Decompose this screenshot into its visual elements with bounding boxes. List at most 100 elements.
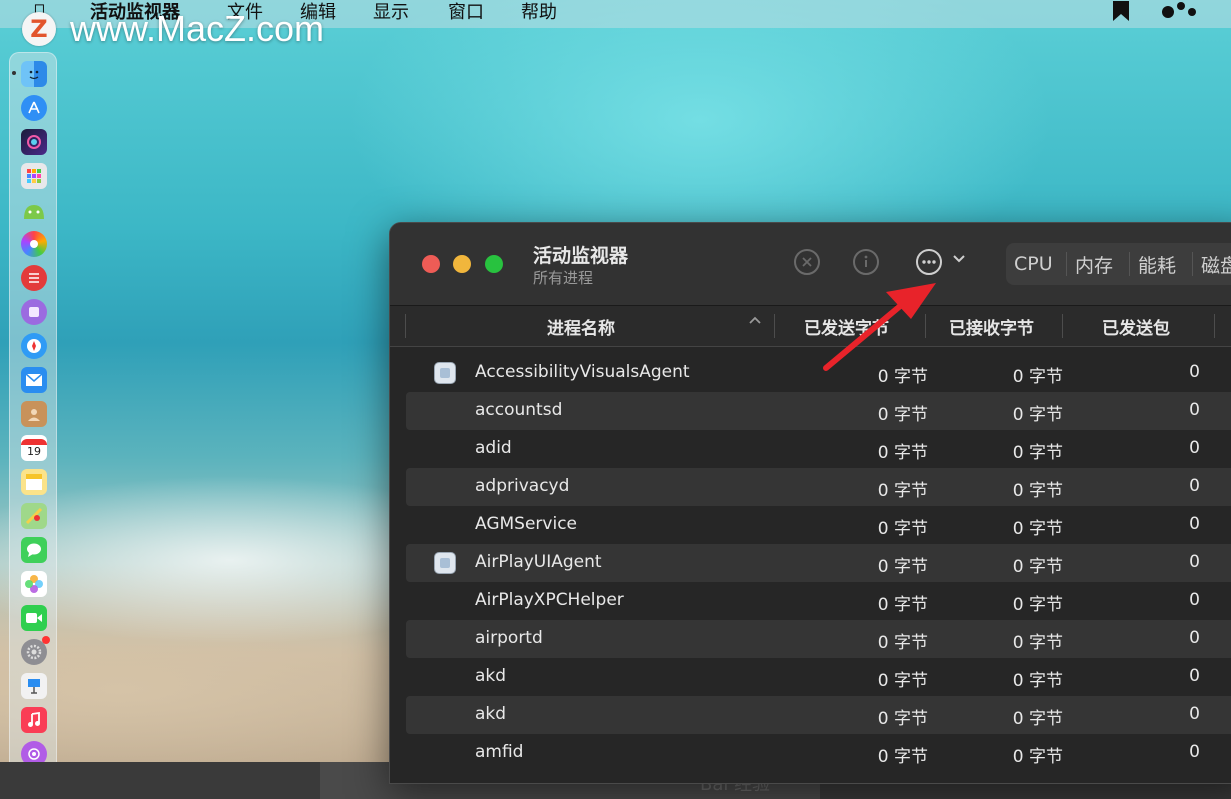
tab-cpu[interactable]: CPU: [1014, 243, 1053, 285]
packets-sent: 0: [1189, 552, 1200, 572]
watermark-text: www.MacZ.com: [70, 8, 325, 49]
keynote-icon[interactable]: [21, 673, 47, 699]
bookmark-status-icon[interactable]: [1110, 0, 1132, 27]
facetime-icon[interactable]: [21, 605, 47, 631]
mail-icon[interactable]: [21, 367, 47, 393]
window-titlebar[interactable]: 活动监视器 所有进程 CPU 内存 能耗 磁盘: [390, 223, 1231, 306]
tab-energy[interactable]: 能耗: [1138, 243, 1176, 285]
process-name: adid: [475, 438, 512, 458]
bytes-received: 0 字节: [1012, 595, 1063, 615]
table-row[interactable]: amfid 0 字节 0 字节 0: [406, 734, 1231, 772]
more-actions-button[interactable]: [916, 249, 942, 275]
table-row[interactable]: AGMService 0 字节 0 字节 0: [406, 506, 1231, 544]
table-row[interactable]: akd 0 字节 0 字节 0: [406, 696, 1231, 734]
column-bytes-received[interactable]: 已接收字节: [949, 306, 1034, 346]
process-name: AirPlayUIAgent: [475, 552, 602, 572]
app-icon: [434, 552, 456, 574]
macz-watermark: Z www.MacZ.com: [22, 6, 324, 52]
menu-window[interactable]: 窗口: [448, 0, 484, 24]
app-store-icon[interactable]: [21, 95, 47, 121]
photos-icon[interactable]: [21, 571, 47, 597]
packets-sent: 0: [1189, 400, 1200, 420]
bytes-received: 0 字节: [1012, 747, 1063, 767]
bytes-received: 0 字节: [1012, 405, 1063, 425]
close-button[interactable]: [422, 255, 440, 273]
ellipsis-circle-icon: [922, 260, 936, 264]
red-app-icon[interactable]: [21, 265, 47, 291]
bytes-received: 0 字节: [1012, 557, 1063, 577]
dots-status-icon[interactable]: [1160, 0, 1200, 27]
bytes-sent: 0 字节: [877, 481, 928, 501]
contacts-icon[interactable]: [21, 401, 47, 427]
bytes-received: 0 字节: [1012, 671, 1063, 691]
minimize-button[interactable]: [453, 255, 471, 273]
messages-icon[interactable]: [21, 537, 47, 563]
bytes-sent: 0 字节: [877, 443, 928, 463]
calendar-icon[interactable]: 19: [21, 435, 47, 461]
column-divider: [774, 314, 775, 338]
process-name: amfid: [475, 742, 524, 762]
tab-divider: [1192, 252, 1193, 276]
packets-sent: 0: [1189, 666, 1200, 686]
column-divider: [1214, 314, 1215, 338]
music-icon[interactable]: [21, 707, 47, 733]
window-subtitle: 所有进程: [533, 269, 594, 287]
menu-help[interactable]: 帮助: [521, 0, 557, 24]
notification-badge: [42, 636, 50, 644]
inspect-process-button[interactable]: [853, 249, 879, 275]
safari-icon[interactable]: [21, 333, 47, 359]
chevron-down-icon: [953, 255, 965, 263]
column-divider: [925, 314, 926, 338]
process-name: accountsd: [475, 400, 563, 420]
info-circle-icon: [864, 255, 868, 267]
bytes-sent: 0 字节: [877, 747, 928, 767]
stop-process-button[interactable]: [794, 249, 820, 275]
column-divider: [1062, 314, 1063, 338]
bytes-sent: 0 字节: [877, 671, 928, 691]
bytes-sent: 0 字节: [877, 709, 928, 729]
column-process-name[interactable]: 进程名称: [547, 306, 615, 346]
purple-app-icon[interactable]: [21, 299, 47, 325]
sort-ascending-icon[interactable]: [748, 314, 762, 332]
siri-icon[interactable]: [21, 129, 47, 155]
packets-sent: 0: [1189, 704, 1200, 724]
tab-memory[interactable]: 内存: [1075, 243, 1113, 285]
table-row[interactable]: AirPlayXPCHelper 0 字节 0 字节 0: [406, 582, 1231, 620]
color-wheel-icon[interactable]: [21, 231, 47, 257]
zoom-button[interactable]: [485, 255, 503, 273]
launchpad-icon[interactable]: [21, 163, 47, 189]
tab-disk[interactable]: 磁盘: [1201, 243, 1231, 285]
table-row[interactable]: AccessibilityVisualsAgent 0 字节 0 字节 0: [406, 354, 1231, 392]
packets-sent: 0: [1189, 362, 1200, 382]
table-row[interactable]: adid 0 字节 0 字节 0: [406, 430, 1231, 468]
bytes-received: 0 字节: [1012, 709, 1063, 729]
process-name: airportd: [475, 628, 543, 648]
process-name: AGMService: [475, 514, 577, 534]
packets-sent: 0: [1189, 476, 1200, 496]
process-name: AirPlayXPCHelper: [475, 590, 624, 610]
finder-icon[interactable]: [21, 61, 47, 87]
table-row[interactable]: airportd 0 字节 0 字节 0: [406, 620, 1231, 658]
system-preferences-icon[interactable]: [21, 636, 50, 665]
packets-sent: 0: [1189, 628, 1200, 648]
maps-icon[interactable]: [21, 503, 47, 529]
column-packets-sent[interactable]: 已发送包: [1102, 306, 1170, 346]
bytes-sent: 0 字节: [877, 557, 928, 577]
process-name: adprivacyd: [475, 476, 570, 496]
table-row[interactable]: accountsd 0 字节 0 字节 0: [406, 392, 1231, 430]
activity-monitor-window: 活动监视器 所有进程 CPU 内存 能耗 磁盘 进程名称: [389, 222, 1231, 784]
table-header: 进程名称 已发送字节 已接收字节 已发送包: [390, 306, 1231, 347]
menu-view[interactable]: 显示: [373, 0, 409, 24]
bytes-received: 0 字节: [1012, 443, 1063, 463]
table-row[interactable]: adprivacyd 0 字节 0 字节 0: [406, 468, 1231, 506]
packets-sent: 0: [1189, 742, 1200, 762]
column-bytes-sent[interactable]: 已发送字节: [804, 306, 889, 346]
notes-icon[interactable]: [21, 469, 47, 495]
more-actions-chevron[interactable]: [952, 251, 966, 269]
table-row[interactable]: akd 0 字节 0 字节 0: [406, 658, 1231, 696]
process-name: AccessibilityVisualsAgent: [475, 362, 690, 382]
table-row[interactable]: AirPlayUIAgent 0 字节 0 字节 0: [406, 544, 1231, 582]
bytes-received: 0 字节: [1012, 633, 1063, 653]
android-icon[interactable]: [21, 197, 47, 223]
bytes-sent: 0 字节: [877, 367, 928, 387]
